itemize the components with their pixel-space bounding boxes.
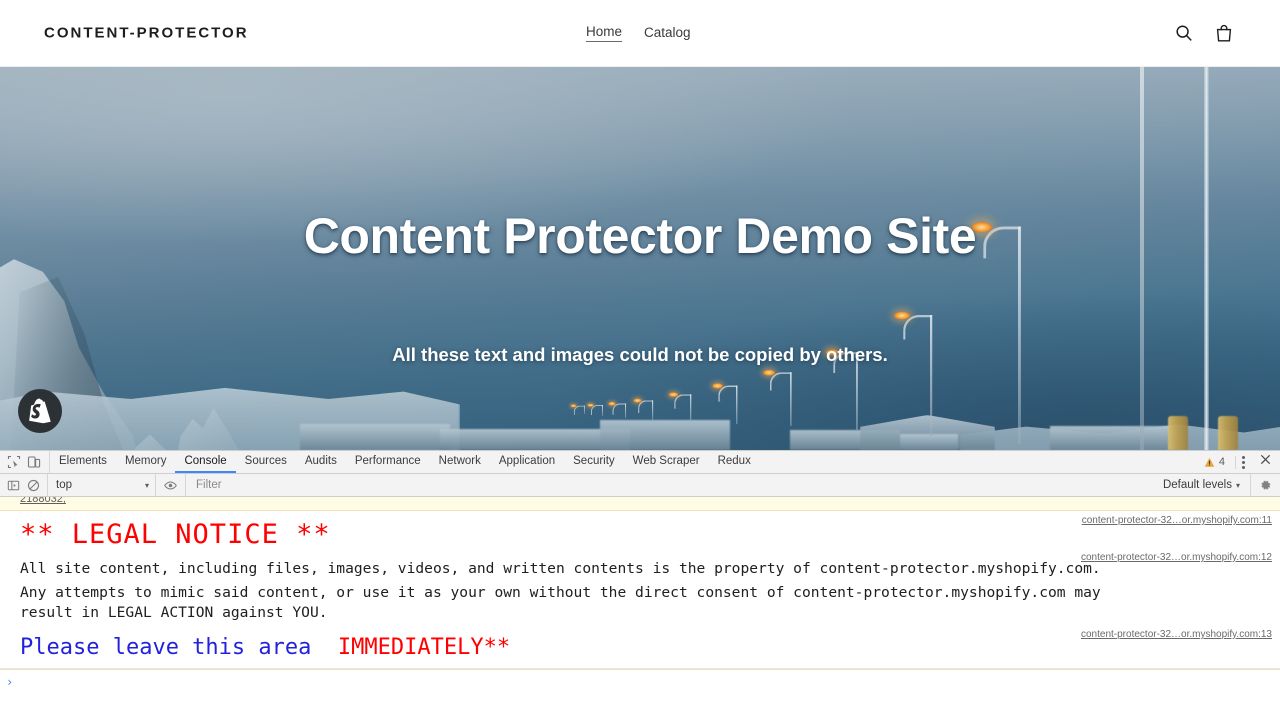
console-message-legal-notice[interactable]: ** LEGAL NOTICE ** content-protector-32…… [0, 511, 1280, 556]
message-source-link[interactable]: content-protector-32…or.myshopify.com:13 [1081, 629, 1272, 640]
industrial-silo-2 [1218, 416, 1238, 450]
warning-count-value: 4 [1218, 456, 1225, 468]
console-filter-input[interactable] [186, 474, 1153, 496]
gear-icon [1261, 480, 1271, 490]
console-filter-bar: top ▾ Default levels ▾ [0, 474, 1280, 497]
tab-audits[interactable]: Audits [296, 451, 346, 473]
toggle-device-toolbar-icon[interactable] [27, 455, 41, 469]
clear-console-icon[interactable] [27, 479, 40, 492]
shopping-bag-icon[interactable] [1214, 23, 1234, 43]
building-3 [600, 420, 730, 450]
leave-area-blue-text: Please leave this area [20, 635, 312, 660]
log-levels-label: Default levels [1162, 479, 1232, 491]
devtools-tabbar-right-controls: 4 [1204, 451, 1280, 473]
console-filter-left-icons [0, 479, 47, 492]
search-icon[interactable] [1174, 23, 1194, 43]
execution-context-selector[interactable]: top ▾ [47, 474, 155, 496]
tab-sources[interactable]: Sources [236, 451, 296, 473]
hero-subtitle: All these text and images could not be c… [392, 344, 888, 365]
devtools-inspect-icon-group [0, 451, 50, 473]
clipped-message-text: 2188032; [20, 497, 66, 505]
tab-performance[interactable]: Performance [346, 451, 430, 473]
execution-context-value: top [56, 479, 72, 491]
shopify-bag-icon [29, 398, 51, 424]
tab-redux[interactable]: Redux [709, 451, 760, 473]
console-sidebar-toggle-icon[interactable] [7, 479, 20, 492]
devtools-panel: Elements Memory Console Sources Audits P… [0, 450, 1280, 720]
tab-network[interactable]: Network [430, 451, 490, 473]
inspect-element-icon[interactable] [7, 455, 21, 469]
header-icon-group [1174, 23, 1234, 43]
tab-web-scraper[interactable]: Web Scraper [624, 451, 709, 473]
console-message-property-statement[interactable]: All site content, including files, image… [0, 552, 1280, 627]
building-1 [300, 424, 450, 450]
industrial-silo-1 [1168, 416, 1188, 450]
tab-elements[interactable]: Elements [50, 451, 116, 473]
tab-console[interactable]: Console [175, 451, 236, 473]
building-6 [1050, 426, 1170, 450]
console-clipped-message[interactable]: 2188032; [0, 497, 1280, 511]
tab-memory[interactable]: Memory [116, 451, 176, 473]
devtools-more-options-icon[interactable] [1235, 455, 1251, 469]
devtools-settings-icon[interactable] [1250, 474, 1280, 496]
chevron-down-icon: ▾ [1235, 480, 1240, 490]
hero-banner: Content Protector Demo Site All these te… [0, 67, 1280, 450]
console-output-area[interactable]: 2188032; ** LEGAL NOTICE ** content-prot… [0, 497, 1280, 693]
console-log-levels-selector[interactable]: Default levels ▾ [1153, 479, 1250, 491]
devtools-tab-list: Elements Memory Console Sources Audits P… [50, 451, 760, 473]
main-navigation: Home Catalog [586, 24, 691, 42]
nav-link-catalog[interactable]: Catalog [644, 25, 691, 42]
chevron-down-icon: ▾ [144, 480, 149, 490]
site-brand-logo[interactable]: CONTENT-PROTECTOR [44, 25, 249, 42]
tab-security[interactable]: Security [564, 451, 624, 473]
warning-triangle-icon [1204, 457, 1215, 467]
building-7 [900, 434, 958, 450]
tab-application[interactable]: Application [490, 451, 564, 473]
devtools-close-icon[interactable] [1259, 453, 1272, 471]
live-expression-toggle[interactable] [155, 474, 186, 496]
hero-title: Content Protector Demo Site [303, 208, 977, 264]
message-source-link[interactable]: content-protector-32…or.myshopify.com:12 [1081, 552, 1272, 563]
nav-link-home[interactable]: Home [586, 24, 623, 42]
console-message-leave-area[interactable]: Please leave this area IMMEDIATELY** con… [0, 627, 1280, 668]
prompt-chevron-icon: › [6, 674, 14, 689]
leave-area-red-text: IMMEDIATELY** [311, 635, 511, 660]
eye-icon [164, 480, 177, 490]
console-input-prompt[interactable]: › [0, 669, 1280, 693]
console-command-input[interactable] [13, 674, 1280, 689]
property-statement-line-3: result in LEGAL ACTION against YOU. [20, 604, 328, 621]
property-statement-line-2: Any attempts to mimic said content, or u… [20, 584, 1101, 601]
shopify-logo-badge[interactable] [18, 389, 62, 433]
site-header: CONTENT-PROTECTOR Home Catalog [0, 0, 1280, 67]
devtools-tabbar: Elements Memory Console Sources Audits P… [0, 451, 1280, 474]
warning-count-indicator[interactable]: 4 [1204, 456, 1225, 468]
message-source-link[interactable]: content-protector-32…or.myshopify.com:11 [1082, 515, 1272, 526]
